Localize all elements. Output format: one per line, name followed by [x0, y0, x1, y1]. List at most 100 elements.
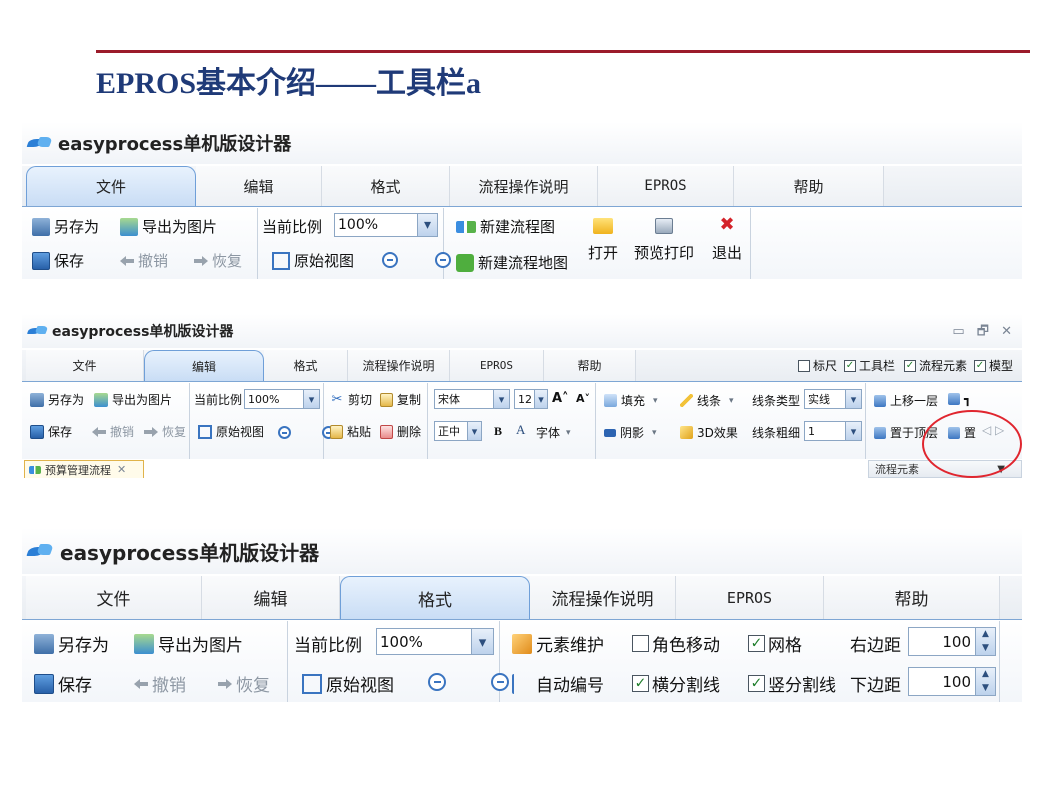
- right-margin-stepper[interactable]: 100 ▲ ▼: [908, 627, 996, 656]
- tab-file[interactable]: 文件: [26, 576, 202, 619]
- tab-process-instructions[interactable]: 流程操作说明: [348, 350, 450, 381]
- cut-button[interactable]: ✂ 剪切: [330, 391, 372, 408]
- grow-font-button[interactable]: A˄: [552, 391, 569, 406]
- chevron-down-icon[interactable]: ▾: [417, 214, 437, 236]
- save-button[interactable]: 保存: [30, 423, 72, 440]
- vertical-divider-toggle[interactable]: 竖分割线: [748, 671, 836, 696]
- shadow-button[interactable]: 阴影 ▾: [604, 424, 657, 441]
- 3d-effect-button[interactable]: 3D效果: [680, 424, 738, 441]
- tab-format[interactable]: 格式: [264, 350, 348, 381]
- line-width-select[interactable]: 1 ▾: [804, 421, 862, 441]
- tab-edit[interactable]: 编辑: [202, 576, 340, 619]
- tab-edit[interactable]: 编辑: [144, 350, 264, 381]
- original-view-button[interactable]: 原始视图: [302, 671, 394, 696]
- horizontal-divider-toggle[interactable]: 横分割线: [632, 671, 720, 696]
- save-as-button[interactable]: 另存为: [34, 631, 109, 656]
- zoom-select[interactable]: 100% ▾: [244, 389, 320, 409]
- tab-epros[interactable]: EPROS: [676, 576, 824, 619]
- tab-format[interactable]: 格式: [340, 576, 530, 619]
- undo-button[interactable]: 撤销: [134, 671, 186, 696]
- close-icon[interactable]: ✕: [117, 463, 126, 476]
- tab-process-instructions[interactable]: 流程操作说明: [530, 576, 676, 619]
- new-flow-map-button[interactable]: 新建流程地图: [456, 252, 568, 273]
- toggle-toolbar[interactable]: 工具栏: [844, 357, 895, 374]
- zoom-in-icon[interactable]: [382, 252, 398, 268]
- line-button[interactable]: 线条 ▾: [680, 392, 734, 409]
- tab-format[interactable]: 格式: [322, 166, 450, 206]
- chevron-up-icon[interactable]: ▲: [976, 628, 995, 642]
- print-preview-button[interactable]: 预览打印: [634, 214, 694, 263]
- redo-button[interactable]: 恢复: [218, 671, 270, 696]
- open-button[interactable]: 打开: [588, 214, 618, 263]
- tab-epros[interactable]: EPROS: [450, 350, 544, 381]
- chevron-up-icon[interactable]: ▲: [976, 668, 995, 682]
- move-down-layer-button[interactable]: ┓: [948, 392, 971, 406]
- undo-button[interactable]: 撤销: [120, 250, 168, 271]
- chevron-down-icon[interactable]: ▾: [845, 422, 861, 440]
- font-name-select[interactable]: 宋体 ▾: [434, 389, 510, 409]
- toggle-ruler[interactable]: 标尺: [798, 357, 837, 374]
- save-button[interactable]: 保存: [32, 250, 84, 271]
- tab-help[interactable]: 帮助: [734, 166, 884, 206]
- chevron-down-icon[interactable]: ▼: [976, 682, 995, 696]
- save-button[interactable]: 保存: [34, 671, 92, 696]
- tab-file[interactable]: 文件: [26, 350, 144, 381]
- horizontal-divider-checkbox[interactable]: [632, 675, 649, 692]
- document-tab[interactable]: 预算管理流程 ✕: [24, 460, 144, 478]
- tab-help[interactable]: 帮助: [544, 350, 636, 381]
- chevron-down-icon[interactable]: ▾: [845, 390, 861, 408]
- flow-elements-checkbox[interactable]: [904, 359, 916, 372]
- chevron-down-icon[interactable]: ▾: [493, 390, 509, 408]
- zoom-select[interactable]: 100% ▾: [376, 628, 494, 655]
- chevron-down-icon[interactable]: ▼: [976, 642, 995, 656]
- auto-number-button[interactable]: 自动编号: [512, 671, 604, 696]
- role-move-checkbox[interactable]: [632, 635, 649, 652]
- redo-button[interactable]: 恢复: [144, 423, 186, 440]
- zoom-in-icon[interactable]: [428, 673, 446, 691]
- toggle-flow-elements[interactable]: 流程元素: [904, 357, 967, 374]
- zoom-select[interactable]: 100% ▾: [334, 213, 438, 237]
- window-controls[interactable]: ▭ 🗗 ✕: [952, 322, 1016, 344]
- chevron-down-icon[interactable]: ▾: [471, 629, 493, 654]
- bottom-margin-stepper[interactable]: 100 ▲ ▼: [908, 667, 996, 696]
- chevron-down-icon[interactable]: ▾: [467, 422, 481, 440]
- chevron-down-icon[interactable]: ▾: [534, 390, 547, 408]
- chevron-down-icon[interactable]: ▾: [303, 390, 319, 408]
- tab-epros[interactable]: EPROS: [598, 166, 734, 206]
- tab-edit[interactable]: 编辑: [196, 166, 322, 206]
- zoom-in-icon[interactable]: [278, 426, 291, 439]
- paste-button[interactable]: 粘贴: [330, 423, 371, 440]
- move-up-layer-button[interactable]: 上移一层: [874, 392, 938, 409]
- shrink-font-button[interactable]: A˅: [576, 392, 590, 405]
- save-as-button[interactable]: 另存为: [30, 391, 84, 408]
- redo-button[interactable]: 恢复: [194, 250, 242, 271]
- line-type-select[interactable]: 实线 ▾: [804, 389, 862, 409]
- toolbar-checkbox[interactable]: [844, 359, 856, 372]
- tab-file[interactable]: 文件: [26, 166, 196, 206]
- font-size-select[interactable]: 12 ▾: [514, 389, 548, 409]
- export-image-button[interactable]: 导出为图片: [134, 631, 243, 656]
- element-maintenance-button[interactable]: 元素维护: [512, 631, 604, 656]
- vertical-divider-checkbox[interactable]: [748, 675, 765, 692]
- stepper-arrows[interactable]: ▲ ▼: [975, 668, 995, 695]
- tab-help[interactable]: 帮助: [824, 576, 1000, 619]
- tab-process-instructions[interactable]: 流程操作说明: [450, 166, 598, 206]
- new-flow-button[interactable]: 新建流程图: [456, 216, 555, 237]
- export-image-button[interactable]: 导出为图片: [94, 391, 172, 408]
- undo-button[interactable]: 撤销: [92, 423, 134, 440]
- role-move-toggle[interactable]: 角色移动: [632, 631, 720, 656]
- original-view-button[interactable]: 原始视图: [272, 250, 354, 271]
- export-image-button[interactable]: 导出为图片: [120, 216, 217, 237]
- model-checkbox[interactable]: [974, 359, 986, 372]
- fill-button[interactable]: 填充 ▾: [604, 392, 658, 409]
- original-view-button[interactable]: 原始视图: [198, 423, 264, 440]
- font-color-button[interactable]: A: [516, 422, 525, 438]
- grid-checkbox[interactable]: [748, 635, 765, 652]
- copy-button[interactable]: 复制: [380, 391, 421, 408]
- stepper-arrows[interactable]: ▲ ▼: [975, 628, 995, 655]
- ruler-checkbox[interactable]: [798, 359, 810, 372]
- grid-toggle[interactable]: 网格: [748, 631, 802, 656]
- toggle-model[interactable]: 模型: [974, 357, 1013, 374]
- bold-button[interactable]: B: [494, 424, 502, 439]
- font-dialog-button[interactable]: 字体 ▾: [536, 424, 571, 441]
